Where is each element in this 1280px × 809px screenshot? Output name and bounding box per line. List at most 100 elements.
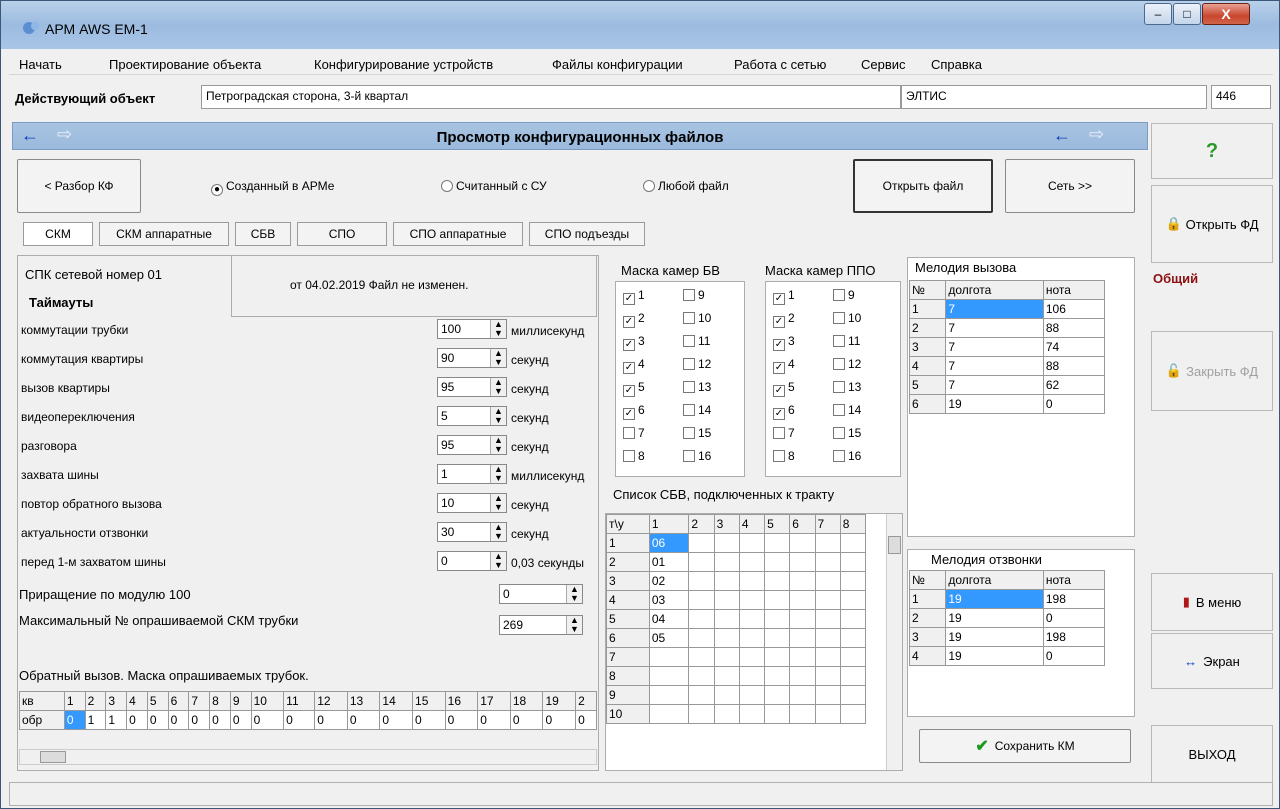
melody-cell[interactable]: 7: [945, 318, 1044, 338]
sbv-cell[interactable]: [688, 590, 715, 610]
mask-checkbox[interactable]: ✓ 6: [623, 403, 645, 420]
increment-spinner[interactable]: 0 ▲ ▼: [499, 584, 583, 604]
sbv-cell[interactable]: [648, 704, 690, 724]
callback-cell[interactable]: 0: [250, 710, 285, 730]
melody-call-grid[interactable]: № долгота нота 1 7 106 2 7 88 3 7 74 4 7 88 5 7 62 6 19 0: [908, 280, 1106, 414]
sbv-cell[interactable]: [738, 533, 766, 553]
melody-cell[interactable]: 62: [1042, 375, 1106, 395]
mask-checkbox[interactable]: 16: [833, 449, 861, 463]
sbv-cell[interactable]: [713, 590, 740, 610]
radio-read[interactable]: Считанный с СУ: [441, 179, 547, 193]
sbv-cell[interactable]: [814, 685, 841, 705]
mask-checkbox[interactable]: 13: [833, 380, 861, 394]
callback-cell[interactable]: 0: [412, 710, 446, 730]
callback-grid[interactable]: кв 1 2 3 4 5 6 7 8 9 10 11 12 13 14 15 16 17 18 19 2 обр 0 1 1 0 0…: [19, 691, 597, 730]
sbv-cell[interactable]: 01: [648, 552, 690, 572]
sbv-cell[interactable]: [789, 609, 816, 629]
parse-kf-button[interactable]: < Разбор КФ: [17, 159, 141, 213]
mask-checkbox[interactable]: 9: [683, 288, 705, 302]
menu-project[interactable]: Проектирование объекта: [109, 57, 261, 72]
callback-cell[interactable]: 0: [477, 710, 511, 730]
mask-checkbox[interactable]: 12: [683, 357, 711, 371]
mask-checkbox[interactable]: 14: [833, 403, 861, 417]
sbv-cell[interactable]: [713, 704, 740, 724]
radio-any[interactable]: Любой файл: [643, 179, 729, 193]
sbv-cell[interactable]: [688, 685, 715, 705]
timeout-spinner[interactable]: 95 ▲ ▼: [437, 377, 507, 397]
sbv-cell[interactable]: [738, 647, 766, 667]
sbv-cell[interactable]: [713, 666, 740, 686]
sbv-grid[interactable]: т\у 1 2 3 4 5 6 7 8 1 06 2 01 3 02 4 03 5 04 6 05 7 8 9 10: [606, 514, 867, 724]
callback-cell[interactable]: 0: [188, 710, 211, 730]
scroll-thumb[interactable]: [40, 751, 66, 763]
tab-skm-hw[interactable]: СКМ аппаратные: [99, 222, 229, 246]
mask-checkbox[interactable]: ✓ 6: [773, 403, 795, 420]
sbv-cell[interactable]: [789, 647, 816, 667]
sbv-cell[interactable]: [839, 685, 867, 705]
melody-cell[interactable]: 7: [945, 356, 1044, 376]
callback-cell[interactable]: 0: [314, 710, 348, 730]
sbv-cell[interactable]: [789, 704, 816, 724]
sbv-cell[interactable]: [789, 552, 816, 572]
sbv-cell[interactable]: [738, 704, 766, 724]
network-button[interactable]: Сеть >>: [1005, 159, 1135, 213]
menu-button[interactable]: ▮ В меню: [1151, 573, 1273, 631]
sbv-cell[interactable]: [764, 704, 791, 724]
menu-help[interactable]: Справка: [931, 57, 982, 72]
sbv-cell[interactable]: [839, 609, 867, 629]
sbv-cell[interactable]: [713, 571, 740, 591]
sbv-cell[interactable]: [688, 533, 715, 553]
sbv-cell[interactable]: [764, 590, 791, 610]
mask-checkbox[interactable]: ✓ 2: [623, 311, 645, 328]
sbv-cell[interactable]: [814, 533, 841, 553]
sbv-cell[interactable]: [713, 628, 740, 648]
mask-checkbox[interactable]: 7: [773, 426, 795, 440]
spinner-arrows-icon[interactable]: ▲ ▼: [490, 494, 506, 512]
sbv-cell[interactable]: [648, 647, 690, 667]
timeout-spinner[interactable]: 95 ▲ ▼: [437, 435, 507, 455]
callback-cell[interactable]: 0: [346, 710, 381, 730]
sbv-cell[interactable]: [764, 647, 791, 667]
sbv-cell[interactable]: [839, 590, 867, 610]
spinner-arrows-icon[interactable]: ▲ ▼: [490, 407, 506, 425]
melody-cell[interactable]: 7: [945, 299, 1044, 319]
timeout-spinner[interactable]: 30 ▲ ▼: [437, 522, 507, 542]
sbv-cell[interactable]: [648, 685, 690, 705]
spinner-arrows-icon[interactable]: ▲ ▼: [490, 436, 506, 454]
mask-checkbox[interactable]: 15: [833, 426, 861, 440]
sbv-cell[interactable]: [688, 552, 715, 572]
sbv-cell[interactable]: [738, 628, 766, 648]
melody-cell[interactable]: 198: [1042, 589, 1106, 609]
callback-cell[interactable]: 0: [509, 710, 544, 730]
spinner-arrows-icon[interactable]: ▲ ▼: [490, 523, 506, 541]
melody-cell[interactable]: 7: [945, 375, 1044, 395]
sbv-cell[interactable]: [738, 552, 766, 572]
sbv-cell[interactable]: [738, 685, 766, 705]
mask-checkbox[interactable]: ✓ 4: [623, 357, 645, 374]
save-km-button[interactable]: ✔ Сохранить КМ: [919, 729, 1131, 763]
timeout-spinner[interactable]: 90 ▲ ▼: [437, 348, 507, 368]
melody-cell[interactable]: 106: [1042, 299, 1106, 319]
tab-spo-entrances[interactable]: СПО подъезды: [529, 222, 645, 246]
mask-checkbox[interactable]: 12: [833, 357, 861, 371]
spinner-arrows-icon[interactable]: ▲ ▼: [490, 349, 506, 367]
mask-checkbox[interactable]: 16: [683, 449, 711, 463]
callback-cell[interactable]: 0: [283, 710, 316, 730]
menu-start[interactable]: Начать: [19, 57, 62, 72]
sbv-cell[interactable]: [713, 647, 740, 667]
timeout-spinner[interactable]: 0 ▲ ▼: [437, 551, 507, 571]
sbv-cell[interactable]: [789, 533, 816, 553]
mask-checkbox[interactable]: 9: [833, 288, 855, 302]
sbv-cell[interactable]: 06: [648, 533, 690, 553]
callback-cell[interactable]: 0: [575, 710, 597, 730]
sbv-cell[interactable]: [688, 647, 715, 667]
close-button[interactable]: X: [1202, 3, 1250, 25]
sbv-cell[interactable]: [839, 647, 867, 667]
melody-cell[interactable]: 0: [1042, 394, 1106, 414]
mask-checkbox[interactable]: ✓ 2: [773, 311, 795, 328]
tab-sbv[interactable]: СБВ: [235, 222, 291, 246]
maximize-button[interactable]: □: [1173, 3, 1201, 25]
sbv-cell[interactable]: [839, 571, 867, 591]
radio-created[interactable]: ● Созданный в АРМе: [211, 179, 334, 196]
mask-checkbox[interactable]: 11: [683, 334, 710, 348]
